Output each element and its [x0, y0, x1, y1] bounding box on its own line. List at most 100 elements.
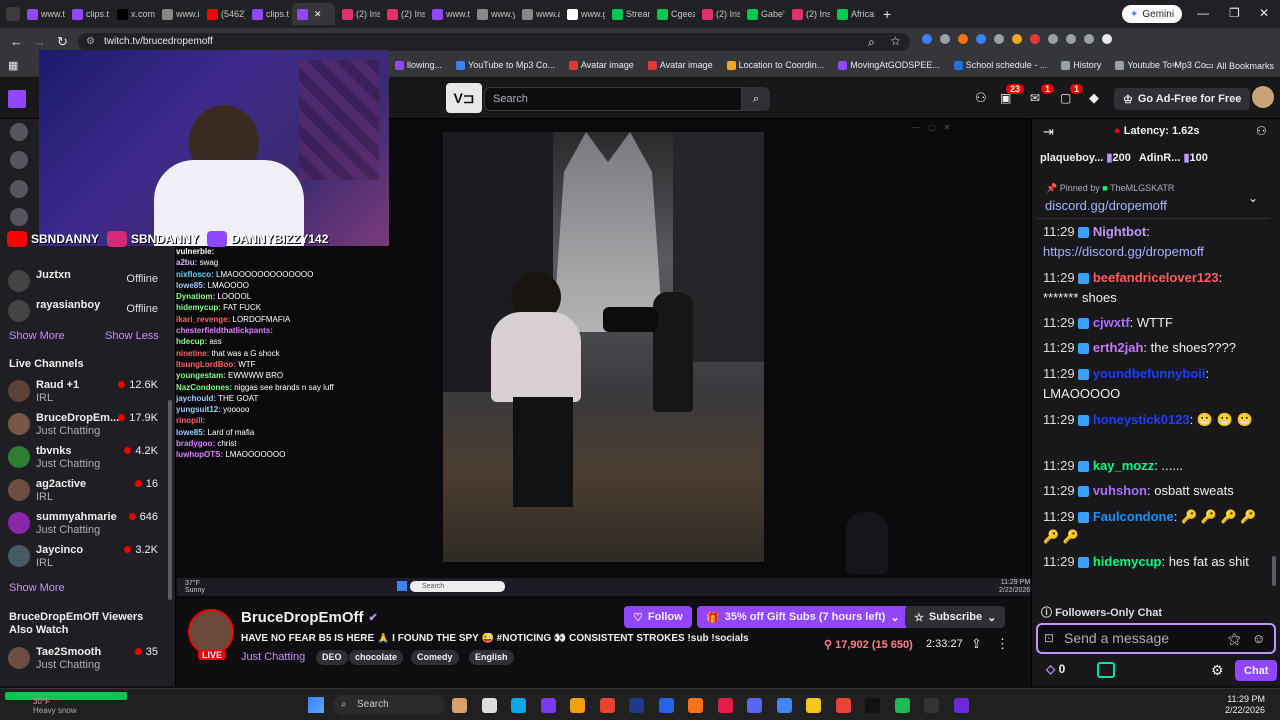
more-bookmarks-icon[interactable]: »: [1172, 59, 1177, 69]
bookmark-star-icon[interactable]: ☆: [890, 34, 901, 48]
extension-icon[interactable]: [958, 34, 968, 44]
taskbar-app-icon[interactable]: [452, 698, 467, 713]
community-icon[interactable]: ⚇: [1256, 124, 1267, 138]
bookmark-item[interactable]: YouTube to Mp3 Co...: [456, 60, 555, 70]
more-options-icon[interactable]: ⋮: [996, 636, 1009, 652]
extension-icon[interactable]: [976, 34, 986, 44]
crown-prime-icon[interactable]: ⚇: [975, 90, 987, 106]
chat-username[interactable]: honeystick0123: [1093, 412, 1190, 427]
chat-username[interactable]: Nightbot: [1093, 224, 1146, 239]
taskbar-app-icon[interactable]: [747, 698, 762, 713]
taskbar-app-icon[interactable]: [511, 698, 526, 713]
show-less-link[interactable]: Show Less: [105, 330, 159, 342]
taskbar-app-icon[interactable]: [540, 698, 556, 713]
bookmark-item[interactable]: Youtube To Mp3 Co...: [1115, 60, 1213, 70]
close-tab-icon[interactable]: ✕: [314, 9, 322, 20]
extension-icon[interactable]: [1084, 34, 1094, 44]
extension-icon[interactable]: [922, 34, 932, 44]
taskbar-app-icon[interactable]: [865, 698, 880, 713]
gifter-2[interactable]: AdinR... ▮100: [1139, 151, 1208, 164]
browser-tab[interactable]: (5462): [202, 3, 245, 25]
whispers-icon[interactable]: ▢: [1060, 91, 1071, 105]
chat-input[interactable]: ⊡ Send a message ⚝ ☺: [1036, 623, 1276, 654]
pinned-message[interactable]: 📌 Pinned by ■ TheMLGSKATR discord.gg/dro…: [1036, 179, 1270, 219]
bits-icon[interactable]: ◆: [1089, 90, 1099, 106]
followed-channel-avatar[interactable]: [10, 123, 28, 141]
extension-icon[interactable]: [1030, 34, 1040, 44]
browser-tab[interactable]: www.g: [562, 3, 605, 25]
emote-icon[interactable]: ☺: [1252, 625, 1265, 652]
sidebar-live-channel[interactable]: ag2active IRL 16: [8, 477, 168, 507]
browser-tab[interactable]: Stream: [607, 3, 650, 25]
minimize-icon[interactable]: —: [1197, 6, 1209, 20]
windows-start-icon[interactable]: [308, 697, 324, 713]
reload-icon[interactable]: ↻: [57, 34, 68, 50]
new-tab-button[interactable]: +: [883, 6, 891, 22]
chat-username[interactable]: erth2jah: [1093, 340, 1144, 355]
chat-username[interactable]: cjwxtf: [1093, 315, 1130, 330]
search-input[interactable]: Search: [484, 87, 742, 111]
back-icon[interactable]: ←: [10, 34, 23, 49]
tab-search-icon[interactable]: [6, 7, 20, 21]
sidebar-live-channel[interactable]: Raud +1 IRL 12.6K: [8, 378, 168, 408]
browser-tab[interactable]: www.t: [22, 3, 65, 25]
vd-logo[interactable]: V⊐: [446, 83, 482, 113]
bookmark-item[interactable]: History: [1061, 60, 1101, 70]
taskbar-app-icon[interactable]: [953, 698, 969, 713]
extension-icon[interactable]: [994, 34, 1004, 44]
chat-scrollbar[interactable]: [1272, 556, 1276, 586]
chat-username[interactable]: beefandricelover123: [1093, 270, 1219, 285]
browser-tab[interactable]: ✕: [292, 3, 335, 25]
show-more-link[interactable]: Show More: [9, 330, 65, 342]
sidebar-live-channel[interactable]: summyahmarie Just Chatting 646: [8, 510, 168, 540]
chat-username[interactable]: youndbefunnyboii: [1093, 366, 1206, 381]
sidebar-live-channel[interactable]: tbvnks Just Chatting 4.2K: [8, 444, 168, 474]
stream-tag[interactable]: English: [469, 650, 514, 665]
browser-tab[interactable]: Gabe's: [742, 3, 785, 25]
extension-icon[interactable]: [1102, 34, 1112, 44]
gemini-button[interactable]: ✦ Gemini: [1122, 5, 1183, 23]
site-info-icon[interactable]: ⚙: [86, 33, 95, 51]
browser-tab[interactable]: www.y: [472, 3, 515, 25]
maximize-icon[interactable]: ❐: [1229, 6, 1240, 20]
sidebar-followed-channel[interactable]: rayasianboy Offline: [8, 298, 168, 328]
chevron-down-icon[interactable]: ⌄: [1248, 191, 1258, 205]
chat-username[interactable]: vuhshon: [1093, 483, 1147, 498]
browser-tab[interactable]: Cgeez: [652, 3, 695, 25]
collapse-chat-icon[interactable]: ⇥: [1043, 124, 1054, 140]
bookmark-item[interactable]: llowing...: [395, 60, 442, 70]
taskbar-search[interactable]: ⌕ Search: [333, 695, 445, 715]
forward-icon[interactable]: →: [33, 34, 46, 49]
channel-name[interactable]: BruceDropEmOff: [241, 609, 364, 626]
bonus-chest-icon[interactable]: [1097, 662, 1115, 678]
extension-icon[interactable]: [940, 34, 950, 44]
browser-tab[interactable]: (2) Ins: [787, 3, 830, 25]
url-field[interactable]: ⚙ twitch.tv/brucedropemoff: [78, 33, 910, 51]
gifter-1[interactable]: plaqueboy... ▮200: [1040, 151, 1131, 164]
close-window-icon[interactable]: ✕: [1259, 6, 1269, 20]
bookmark-item[interactable]: Avatar image: [568, 60, 634, 70]
browser-tab[interactable]: (2) Ins: [382, 3, 425, 25]
taskbar-app-icon[interactable]: [924, 698, 939, 713]
chat-settings-icon[interactable]: ⚙: [1211, 662, 1224, 679]
browser-tab[interactable]: www.i: [157, 3, 200, 25]
bookmark-item[interactable]: Location to Coordin...: [726, 60, 824, 70]
followed-channel-avatar[interactable]: [10, 151, 28, 169]
extension-icon[interactable]: [1048, 34, 1058, 44]
category-link[interactable]: Just Chatting: [241, 651, 305, 663]
zoom-icon[interactable]: ⌕: [868, 35, 875, 50]
chat-username[interactable]: hidemycup: [1093, 554, 1162, 569]
extension-icon[interactable]: [1066, 34, 1076, 44]
taskbar-app-icon[interactable]: [658, 698, 674, 713]
stream-tag[interactable]: DEO: [316, 650, 348, 665]
sidebar-live-channel[interactable]: Jaycinco IRL 3.2K: [8, 543, 168, 573]
user-avatar[interactable]: [1252, 86, 1274, 108]
follow-button[interactable]: ♡ Follow: [624, 606, 692, 628]
bookmark-item[interactable]: School schedule - ...: [953, 60, 1047, 70]
gift-subs-button[interactable]: 🎁 35% off Gift Subs (7 hours left) ⌄: [697, 606, 909, 628]
followed-channel-avatar[interactable]: [10, 180, 28, 198]
taskbar-app-icon[interactable]: [688, 698, 703, 713]
browser-tab[interactable]: www.t: [427, 3, 470, 25]
taskbar-app-icon[interactable]: [894, 698, 910, 713]
taskbar-app-icon[interactable]: [717, 698, 733, 713]
